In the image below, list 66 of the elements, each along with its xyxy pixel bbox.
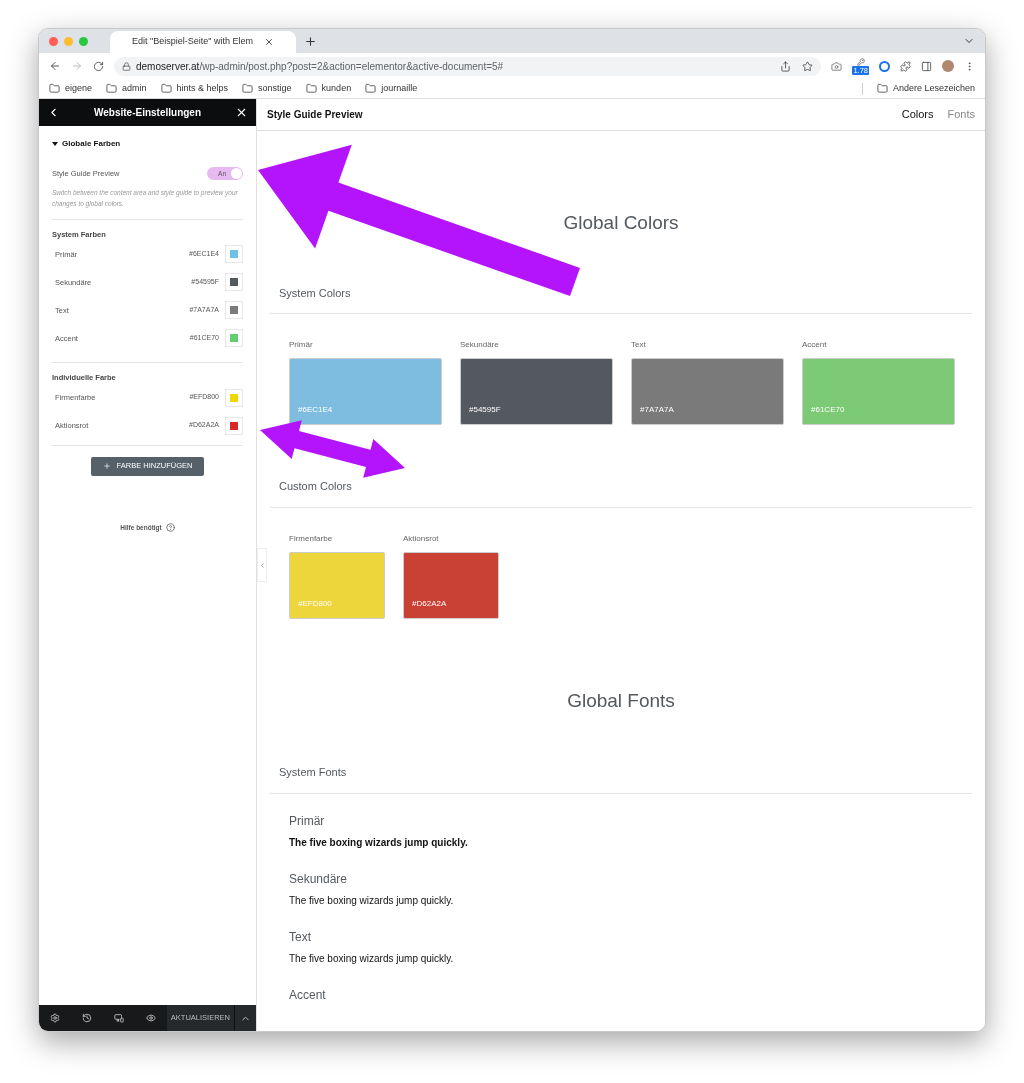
section-heading: Global Colors xyxy=(562,211,680,235)
history-icon[interactable] xyxy=(81,1013,92,1023)
folder-icon xyxy=(305,83,317,94)
bookmark-folder[interactable]: admin xyxy=(106,81,147,96)
password-manager-icon[interactable] xyxy=(879,60,890,72)
folder-icon xyxy=(242,83,254,94)
font-label: Text xyxy=(289,929,312,945)
swatch-label: Firmenfarbe xyxy=(289,532,334,545)
preview-icon[interactable] xyxy=(145,1013,156,1023)
bookmark-star-icon[interactable] xyxy=(802,60,814,72)
font-sample: The five boxing wizards jump quickly. xyxy=(289,893,455,908)
bookmark-folder[interactable]: kunden xyxy=(305,81,352,96)
lock-icon xyxy=(122,61,131,71)
color-swatch: #61CE70 xyxy=(802,358,955,425)
close-icon[interactable] xyxy=(235,106,248,119)
caret-icon xyxy=(52,142,58,146)
close-tab-icon[interactable] xyxy=(264,37,274,47)
folder-icon xyxy=(365,83,377,94)
section-heading: Global Fonts xyxy=(566,688,676,713)
bookmark-folder[interactable]: sonstige xyxy=(242,81,292,96)
share-icon[interactable] xyxy=(780,60,792,72)
swatch-label: Primär xyxy=(289,339,314,351)
color-swatch: #6EC1E4 xyxy=(289,358,442,425)
bookmark-folder[interactable]: journaille xyxy=(365,81,418,96)
preview-header: Style Guide Preview Colors Fonts xyxy=(257,99,985,131)
bookmark-folder[interactable]: eigene xyxy=(49,81,93,96)
extension-icon[interactable] xyxy=(856,57,865,66)
reload-icon[interactable] xyxy=(93,60,104,72)
avatar[interactable] xyxy=(942,60,954,72)
color-swatch: #EFD800 xyxy=(289,551,385,619)
font-sample: The five boxing wizards jump quickly. xyxy=(289,835,469,850)
font-label: Accent xyxy=(289,987,327,1003)
group-heading: System Fonts xyxy=(270,764,972,794)
close-window-icon[interactable] xyxy=(49,36,58,46)
camera-icon[interactable] xyxy=(831,60,843,72)
swatch-label: Accent xyxy=(802,339,828,351)
font-sample: The five boxing wizards jump quickly. xyxy=(289,951,455,966)
responsive-icon[interactable] xyxy=(113,1013,124,1023)
swatch-label: Aktionsrot xyxy=(403,532,440,545)
group-heading: Custom Colors xyxy=(270,478,972,508)
color-swatch: #D62A2A xyxy=(403,551,499,619)
other-bookmarks-folder[interactable]: Andere Lesezeichen xyxy=(876,81,975,96)
folder-icon xyxy=(49,83,60,94)
color-swatch: #7A7A7A xyxy=(631,358,784,425)
folder-icon xyxy=(160,83,172,94)
folder-icon xyxy=(106,83,118,94)
help-icon[interactable] xyxy=(165,522,175,532)
bookmark-folder[interactable]: hints & helps xyxy=(160,81,229,96)
chevron-left-icon xyxy=(258,561,266,569)
folder-icon xyxy=(876,83,888,94)
font-label: Primär xyxy=(289,813,326,829)
nav-tab[interactable]: Colors xyxy=(901,106,934,123)
side-panel-icon[interactable] xyxy=(921,60,932,72)
new-tab-icon[interactable] xyxy=(304,34,317,48)
plus-icon xyxy=(102,462,111,470)
browser-tab[interactable]: Edit "Beispiel-Seite" with Elem xyxy=(110,31,296,53)
settings-icon[interactable] xyxy=(49,1013,60,1023)
swatch-label: Sekundäre xyxy=(460,339,500,351)
panel-header: Website-Einstellungen xyxy=(39,99,256,126)
address-bar[interactable]: demoserver.at/wp-admin/post.php?post=2&action=elementor&active-document=5# xyxy=(114,56,822,76)
color-swatch: #54595F xyxy=(460,358,613,425)
swatch-label: Text xyxy=(631,339,647,351)
puzzle-icon[interactable] xyxy=(900,60,911,72)
section-toggle[interactable]: Globale Farben xyxy=(52,138,243,150)
nav-tab[interactable]: Fonts xyxy=(947,106,975,123)
font-label: Sekundäre xyxy=(289,871,349,887)
